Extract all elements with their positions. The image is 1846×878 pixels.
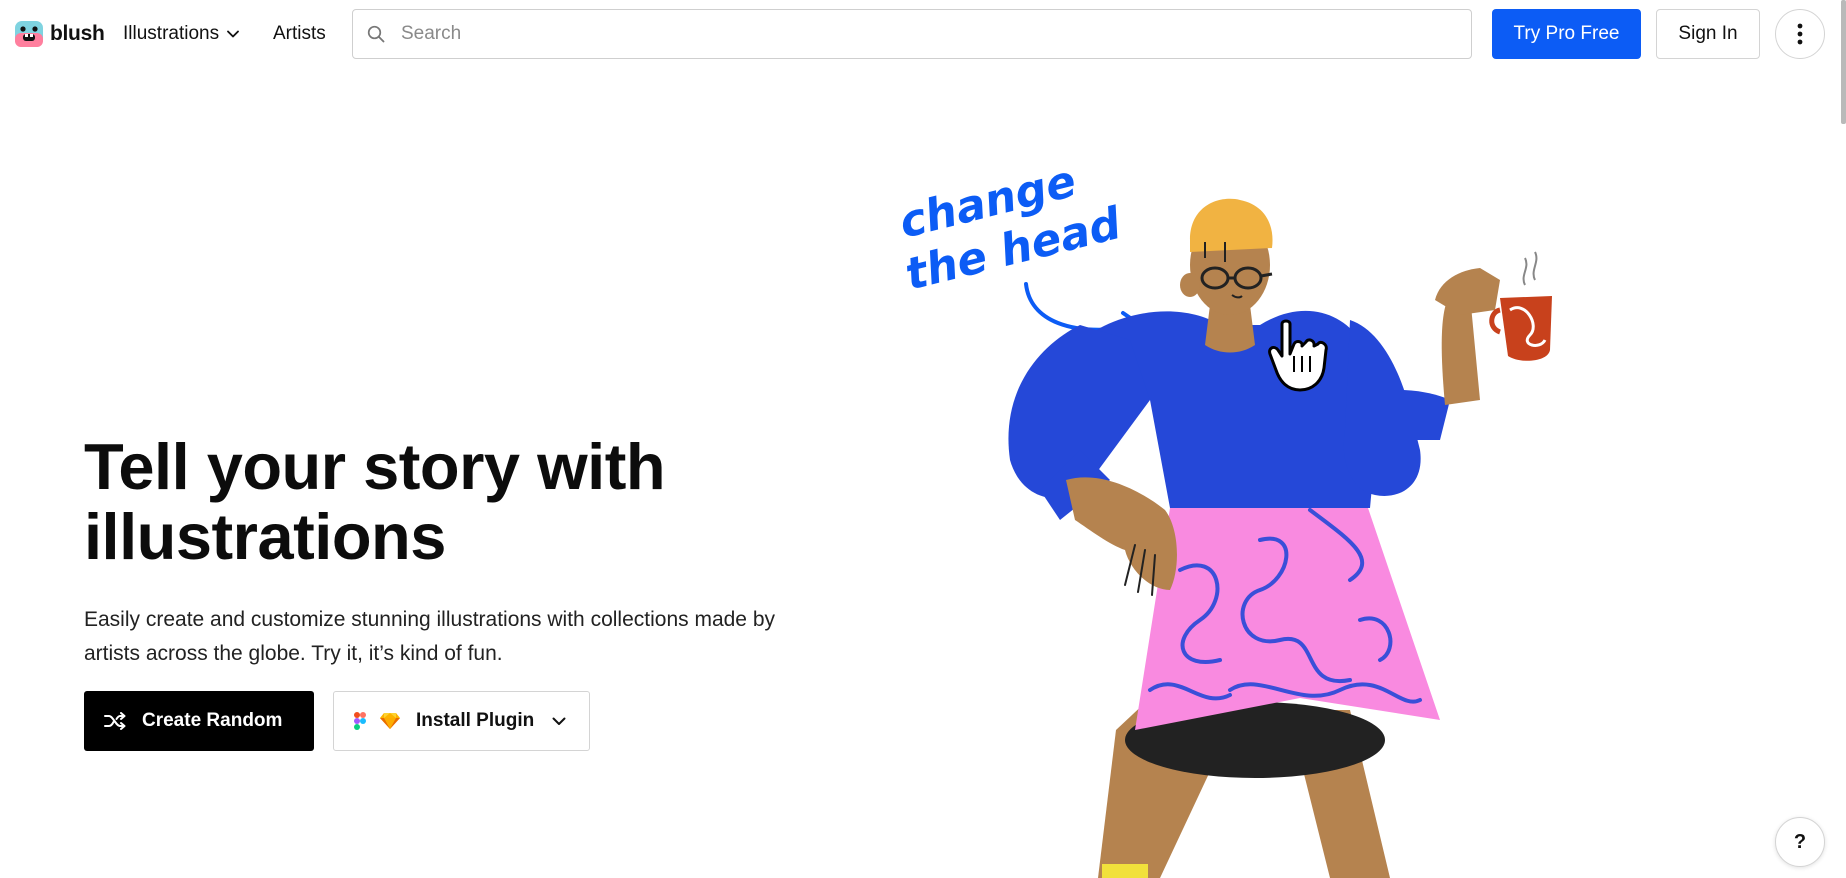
hero-description: Easily create and customize stunning ill… (84, 608, 776, 665)
handwritten-callout: change the head (894, 156, 1144, 340)
page-scrollbar[interactable] (1841, 0, 1846, 124)
figma-icon (354, 712, 366, 730)
search-input[interactable] (399, 22, 1439, 46)
try-pro-free-label: Try Pro Free (1513, 23, 1620, 44)
sign-in-button[interactable]: Sign In (1656, 9, 1760, 59)
chevron-down-icon (552, 717, 566, 725)
yellow-beanie (1190, 198, 1273, 252)
top-nav-bar: blush Illustrations Artists Try Pro Free… (0, 0, 1846, 68)
nav-artists-link[interactable]: Artists (273, 20, 326, 48)
shuffle-icon (104, 712, 126, 730)
hero-title: Tell your story with illustrations (84, 430, 666, 573)
nav-illustrations-label: Illustrations (123, 23, 220, 44)
search-icon (367, 25, 385, 43)
logo-text: blush (50, 22, 105, 45)
right-hand (1435, 268, 1500, 315)
more-options-button[interactable] (1775, 9, 1825, 59)
blush-logo[interactable]: blush (14, 18, 105, 50)
create-random-button[interactable]: Create Random (84, 691, 314, 751)
hero-illustration[interactable]: change the head (880, 150, 1600, 878)
help-button[interactable]: ? (1775, 817, 1825, 867)
left-hand (1066, 477, 1177, 590)
vertical-dots-icon (1797, 23, 1803, 45)
chevron-down-icon (227, 30, 240, 38)
install-plugin-label: Install Plugin (416, 710, 535, 731)
coffee-mug (1489, 251, 1552, 361)
nav-artists-label: Artists (273, 23, 326, 44)
sketch-icon (380, 713, 400, 729)
nav-illustrations-dropdown[interactable]: Illustrations (123, 20, 240, 48)
install-plugin-button[interactable]: Install Plugin (333, 691, 590, 751)
create-random-label: Create Random (142, 710, 283, 731)
search-bar[interactable] (352, 9, 1472, 59)
try-pro-free-button[interactable]: Try Pro Free (1492, 9, 1641, 59)
blush-face-icon (15, 21, 43, 47)
help-label: ? (1793, 830, 1807, 853)
sign-in-label: Sign In (1678, 23, 1738, 44)
